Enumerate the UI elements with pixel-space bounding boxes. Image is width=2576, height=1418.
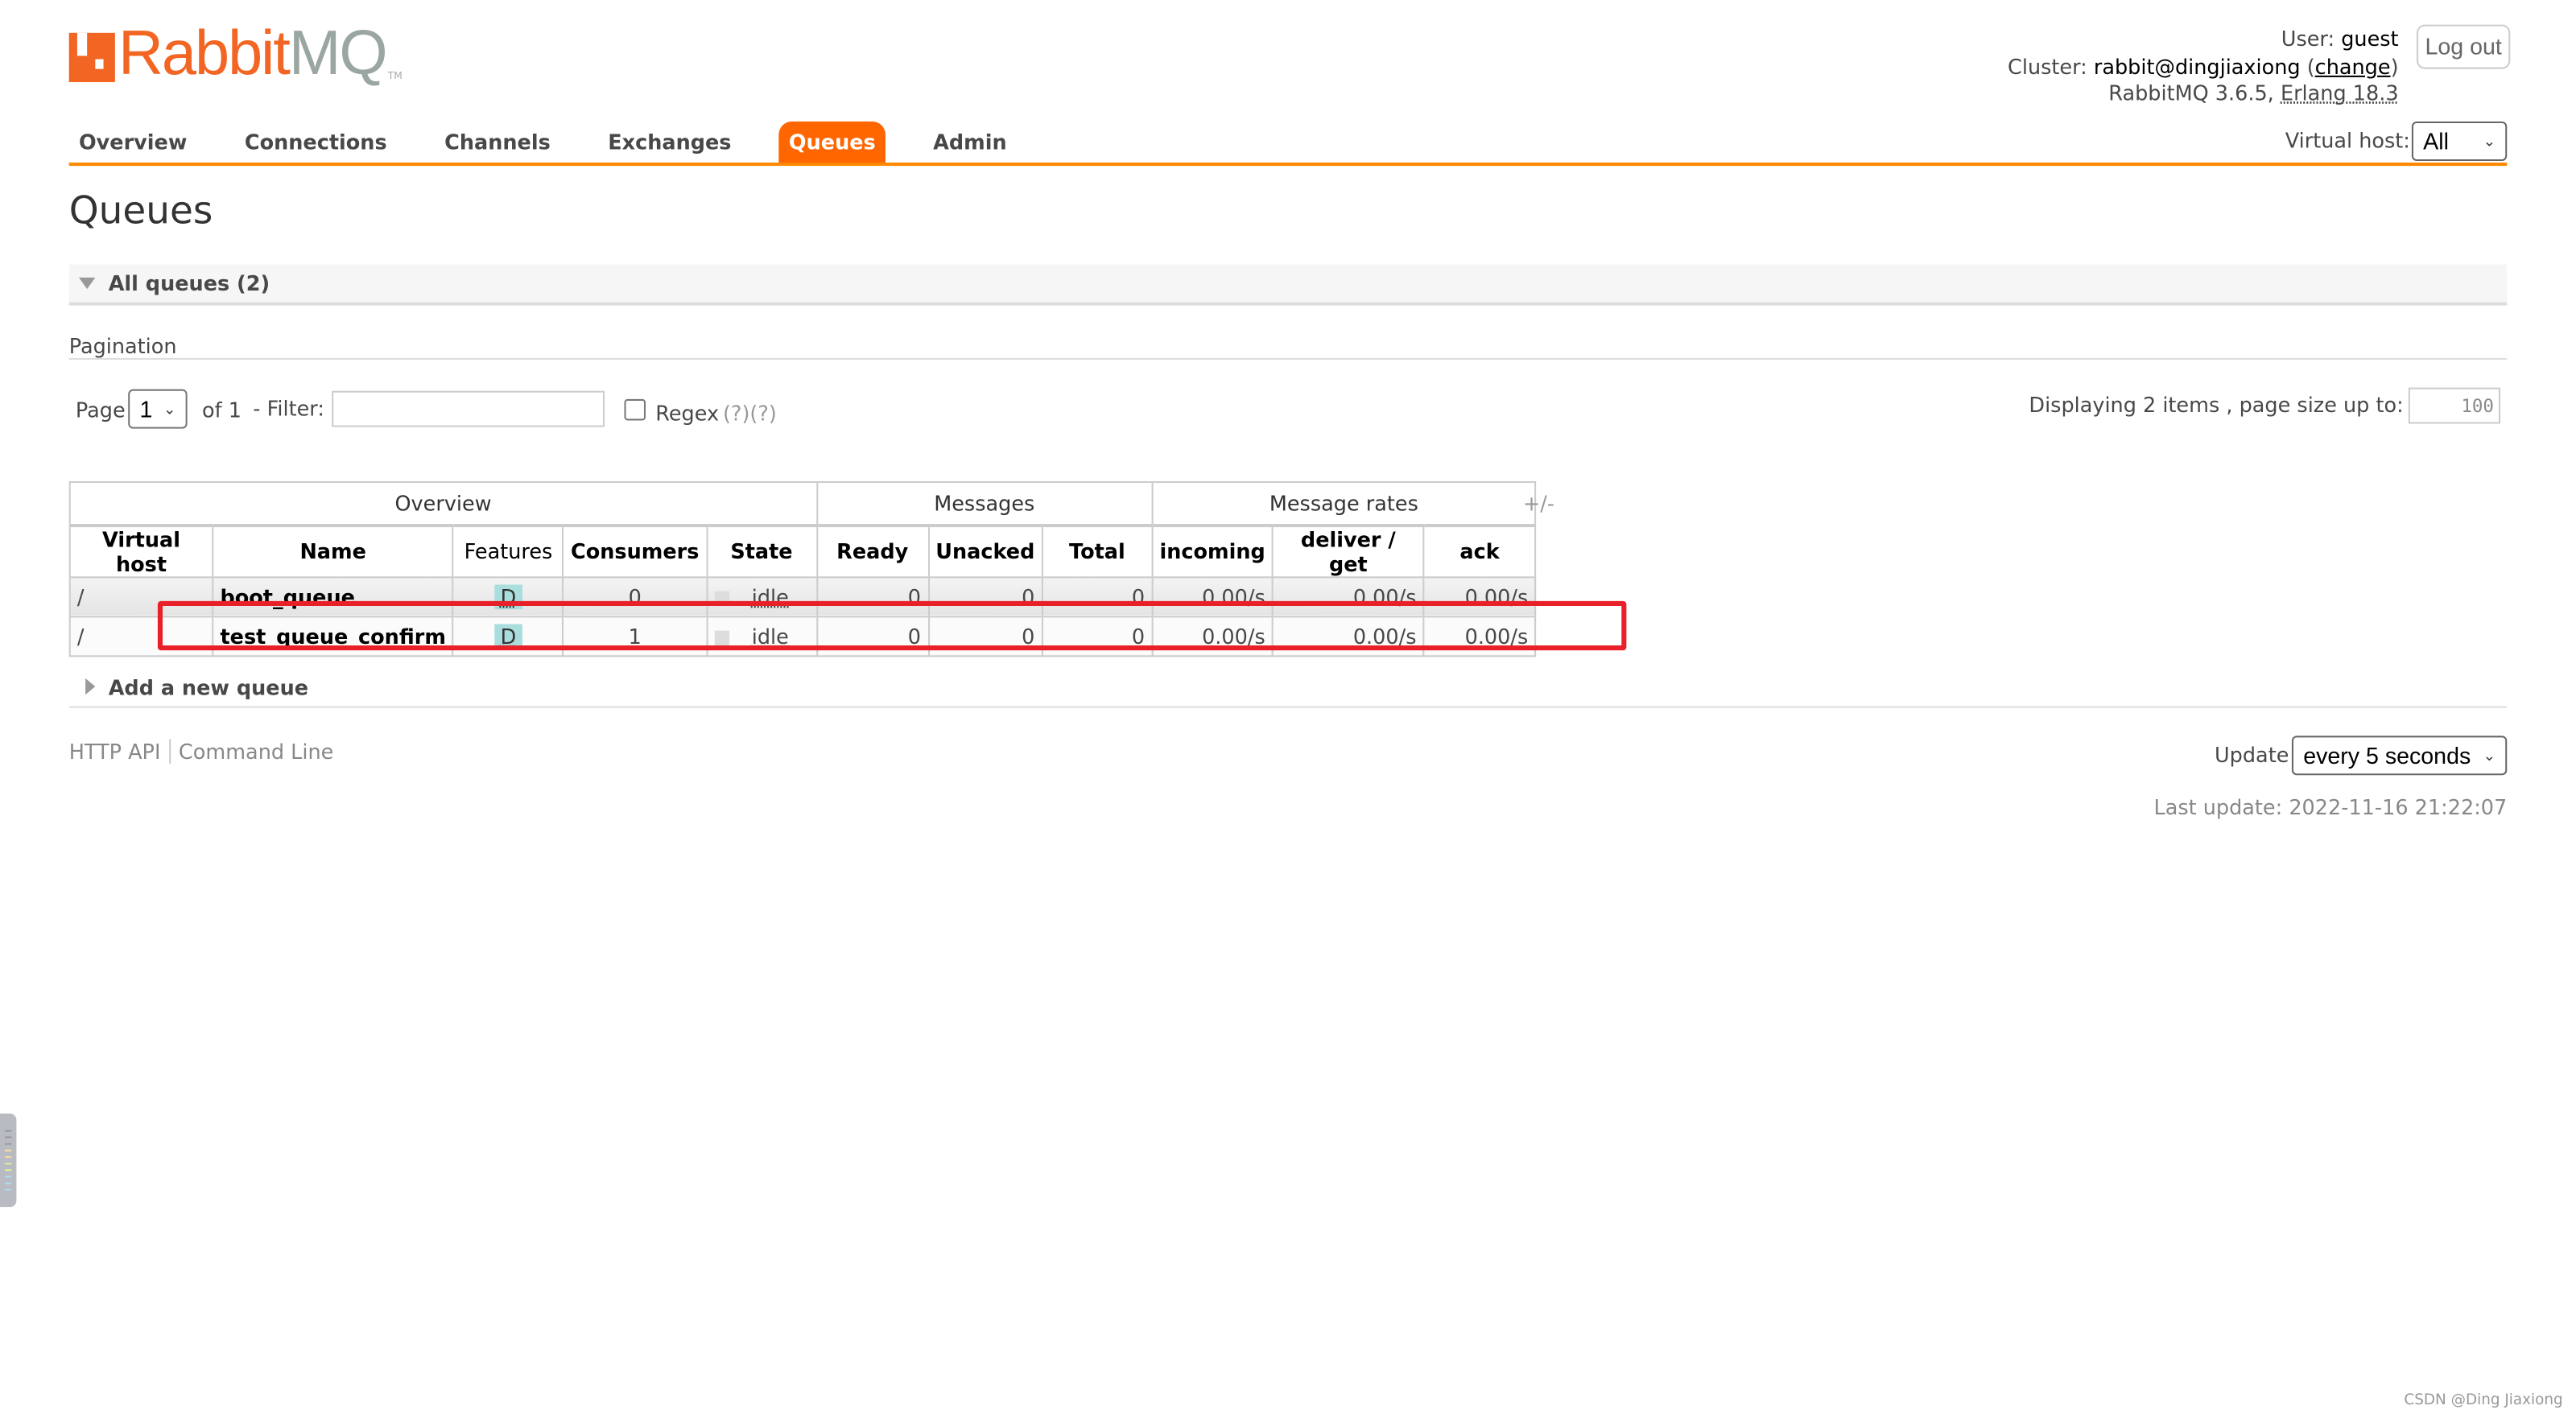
- version-info: RabbitMQ 3.6.5, Erlang 18.3: [2108, 79, 2398, 107]
- col-deliver-get[interactable]: deliver / get: [1271, 523, 1425, 578]
- col-unacked[interactable]: Unacked: [927, 523, 1043, 578]
- col-total[interactable]: Total: [1041, 523, 1154, 578]
- col-name[interactable]: Name: [212, 523, 455, 578]
- col-virtual-host[interactable]: Virtual host: [68, 523, 214, 578]
- add-queue-section-toggle[interactable]: Add a new queue: [68, 670, 2508, 708]
- tab-connections[interactable]: Connections: [235, 122, 397, 164]
- logo-text-mq: MQ: [288, 19, 388, 89]
- highlight-annotation-box: [157, 600, 1627, 651]
- last-update: Last update: 2022-11-16 21:22:07: [2153, 794, 2508, 820]
- chevron-down-icon: ⌄: [2483, 746, 2496, 763]
- col-ack[interactable]: ack: [1422, 523, 1537, 578]
- regex-label: Regex: [655, 400, 720, 426]
- add-queue-title: Add a new queue: [108, 674, 309, 700]
- cluster-info: Cluster: rabbit@dingjiaxiong (change): [2008, 54, 2399, 79]
- footer-links: HTTP API Command Line: [69, 739, 333, 764]
- tab-channels[interactable]: Channels: [435, 122, 560, 164]
- collapse-triangle-icon: [78, 277, 96, 290]
- filter-input[interactable]: [332, 390, 605, 427]
- displaying-count: Displaying 2 items , page size up to:: [2029, 392, 2404, 418]
- col-incoming[interactable]: incoming: [1151, 523, 1274, 578]
- command-line-link[interactable]: Command Line: [179, 739, 333, 764]
- regex-help-link[interactable]: (?)(?): [723, 401, 777, 426]
- logout-button[interactable]: Log out: [2417, 24, 2511, 69]
- pagination-divider: [68, 357, 2508, 360]
- change-cluster-link[interactable]: change: [2315, 54, 2391, 79]
- logo-text: Rabbit: [118, 19, 291, 89]
- chevron-down-icon: ⌄: [2483, 132, 2496, 149]
- user-label: User:: [2281, 26, 2335, 52]
- logo-tm: TM: [387, 70, 402, 83]
- col-consumers[interactable]: Consumers: [562, 523, 708, 578]
- columns-toggle-button[interactable]: +/-: [1523, 491, 1554, 516]
- filter-label: - Filter:: [253, 395, 324, 421]
- group-message-rates: Message rates: [1151, 480, 1537, 526]
- regex-checkbox[interactable]: [624, 398, 646, 421]
- chevron-down-icon: ⌄: [163, 399, 176, 417]
- rabbit-logo-icon: [68, 32, 115, 83]
- watermark: CSDN @Ding Jiaxiong: [2404, 1392, 2563, 1410]
- cluster-name: rabbit@dingjiaxiong: [2093, 54, 2301, 79]
- user-name: guest: [2341, 26, 2399, 52]
- rabbitmq-logo[interactable]: Rabbit MQ TM: [68, 19, 402, 89]
- col-features: Features: [452, 523, 564, 578]
- tab-exchanges[interactable]: Exchanges: [598, 122, 741, 164]
- nav-divider: [68, 163, 2508, 167]
- page-label: Page: [75, 397, 126, 423]
- page-of: of 1: [202, 397, 242, 423]
- user-info: User: guest: [2281, 25, 2399, 53]
- page-title: Queues: [68, 190, 213, 233]
- tab-admin[interactable]: Admin: [923, 122, 1017, 164]
- group-overview: Overview: [68, 480, 818, 526]
- col-ready[interactable]: Ready: [815, 523, 930, 578]
- group-messages: Messages: [815, 480, 1154, 526]
- vhost-select[interactable]: All ⌄: [2411, 122, 2508, 161]
- page-select[interactable]: 1 ⌄: [128, 389, 188, 429]
- expand-triangle-icon: [85, 678, 96, 695]
- main-nav: Overview Connections Channels Exchanges …: [69, 122, 1055, 165]
- update-label: Update: [2214, 742, 2289, 768]
- update-interval-select[interactable]: every 5 seconds ⌄: [2291, 736, 2508, 776]
- vhost-label: Virtual host:: [2285, 128, 2410, 153]
- page-value: 1: [139, 395, 153, 423]
- erlang-version: Erlang 18.3: [2280, 80, 2399, 105]
- all-queues-section-toggle[interactable]: All queues (2): [68, 264, 2508, 306]
- side-volume-widget[interactable]: [0, 1113, 17, 1207]
- vhost-value: All: [2423, 128, 2449, 155]
- col-state[interactable]: State: [705, 523, 818, 578]
- http-api-link[interactable]: HTTP API: [69, 739, 161, 764]
- section-title: All queues (2): [108, 270, 270, 296]
- tab-overview[interactable]: Overview: [69, 122, 197, 164]
- page-size-input[interactable]: [2408, 387, 2501, 424]
- update-value: every 5 seconds: [2303, 742, 2471, 769]
- pagination-label: Pagination: [68, 333, 177, 358]
- footer-separator: [168, 739, 171, 764]
- cluster-label: Cluster:: [2008, 54, 2087, 79]
- tab-queues[interactable]: Queues: [778, 122, 886, 165]
- version-text: RabbitMQ 3.6.5,: [2108, 80, 2274, 105]
